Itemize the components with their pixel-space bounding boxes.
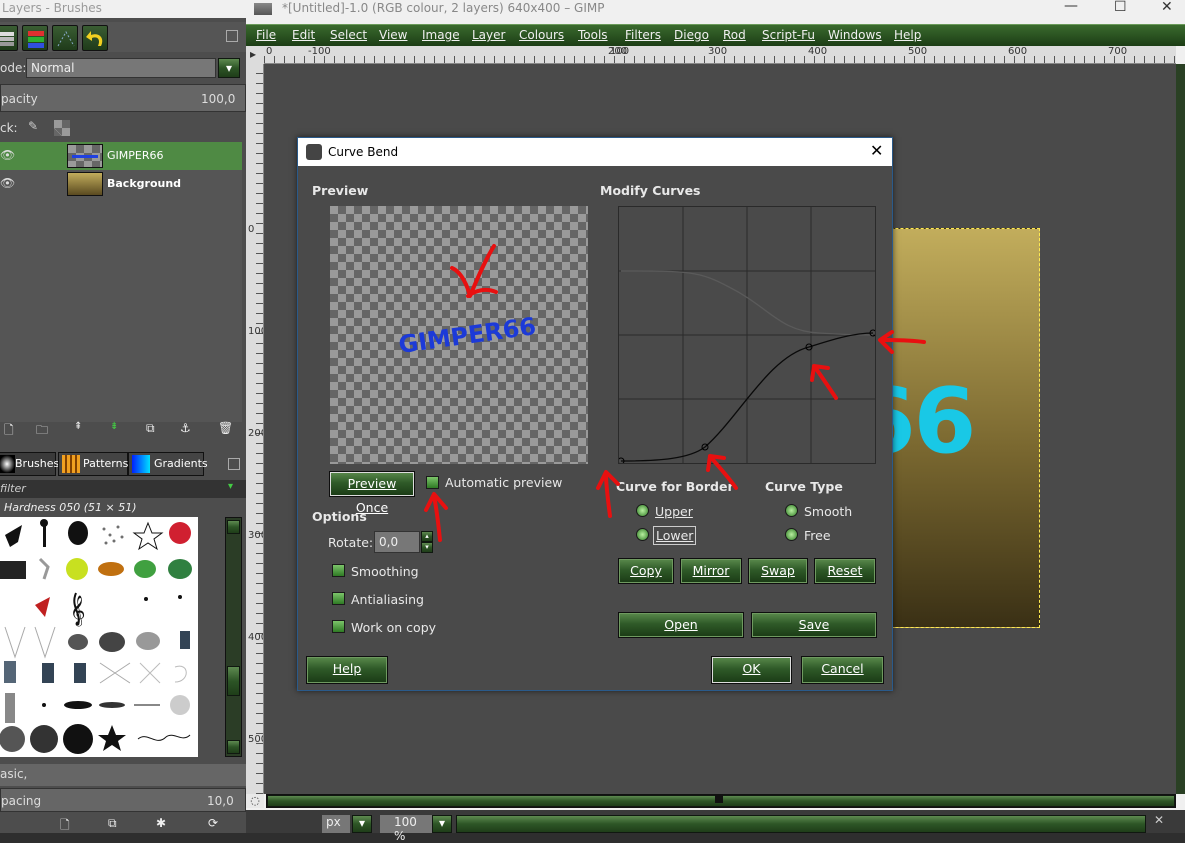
red-arrow-annotation [878,330,926,354]
red-arrow-annotation [706,454,738,490]
red-arrow-annotation [810,364,838,400]
annotation-overlay [424,244,926,542]
red-arrow-annotation [596,470,620,518]
red-arrow-annotation [424,492,448,542]
